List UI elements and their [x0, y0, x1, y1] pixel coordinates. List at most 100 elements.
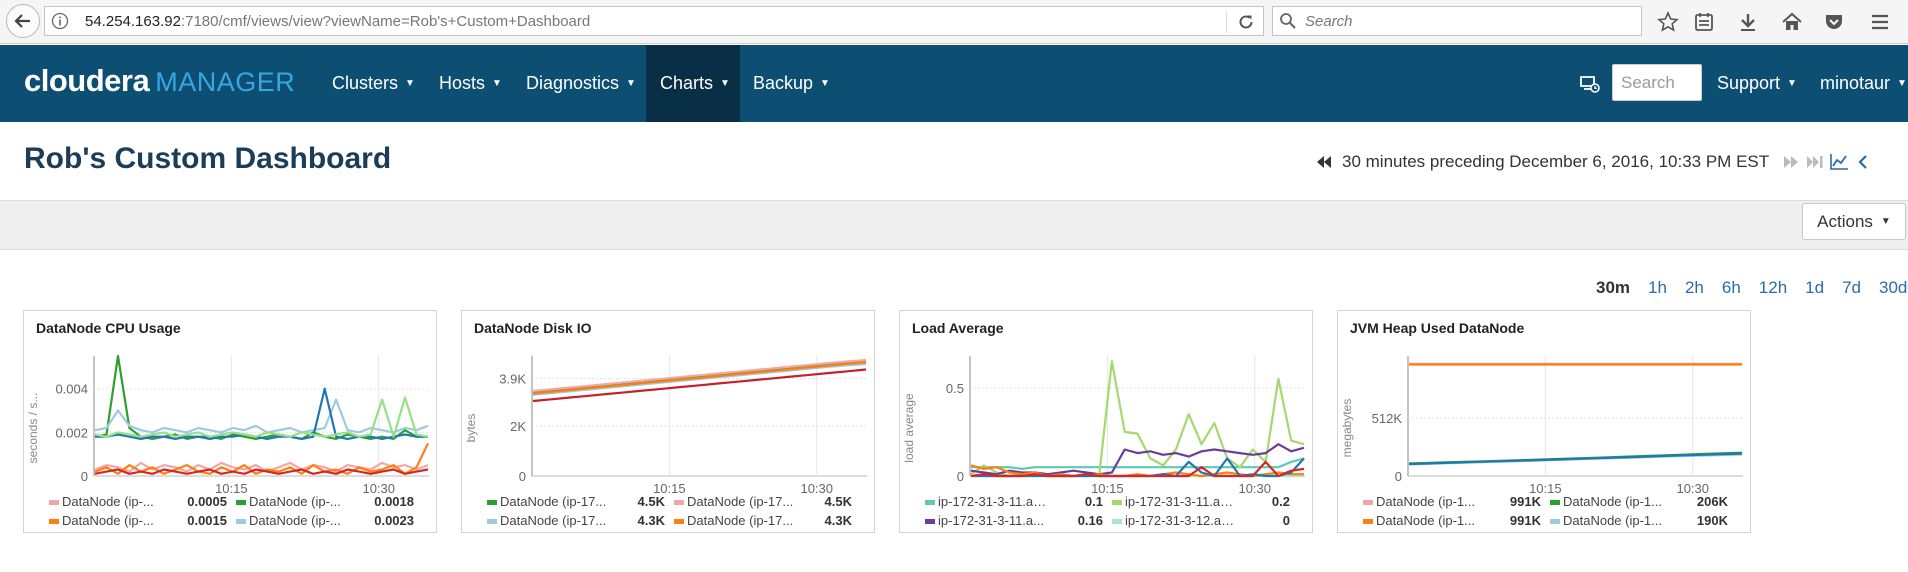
browser-search-box[interactable]: Search [1272, 6, 1642, 36]
reading-list-icon[interactable] [1690, 8, 1718, 36]
nav-user-menu[interactable]: minotaur ▼ [1808, 45, 1908, 122]
range-7d[interactable]: 7d [1842, 278, 1861, 298]
home-icon[interactable] [1778, 8, 1806, 36]
legend-label: DataNode (ip-... [62, 494, 154, 509]
series-line[interactable] [532, 362, 867, 396]
nav-support[interactable]: Support ▼ [1705, 45, 1809, 122]
y-tick-label: 3.9K [499, 372, 526, 387]
caret-down-icon: ▼ [820, 78, 830, 89]
legend-swatch [236, 500, 246, 505]
legend-item[interactable]: DataNode (ip-17... 4.5K [674, 494, 860, 512]
range-12h[interactable]: 12h [1759, 278, 1787, 298]
info-icon[interactable] [51, 12, 69, 30]
range-1h[interactable]: 1h [1648, 278, 1667, 298]
nav-diagnostics[interactable]: Diagnostics ▼ [514, 45, 648, 122]
legend-label: DataNode (ip-... [249, 513, 341, 528]
nav-charts[interactable]: Charts ▼ [646, 45, 740, 122]
back-arrow-icon [14, 14, 30, 28]
chart-plot: 0.5 0 10:15 10:30 load average [902, 356, 1305, 494]
pocket-icon[interactable] [1820, 8, 1848, 36]
range-30d[interactable]: 30d [1879, 278, 1907, 298]
legend-value: 0.0005 [187, 494, 227, 509]
legend-label: DataNode (ip-1... [1563, 494, 1662, 509]
legend-item[interactable]: DataNode (ip-17... 4.3K [674, 513, 860, 531]
legend-value: 0.0018 [374, 494, 414, 509]
chart-card-jvm-heap: JVM Heap Used DataNode 512K 0 10:15 10:30 me… [1337, 310, 1751, 533]
legend-item[interactable]: DataNode (ip-1... 991K [1363, 513, 1549, 531]
legend-item[interactable]: DataNode (ip-... 0.0023 [236, 513, 422, 531]
menu-icon[interactable] [1866, 8, 1894, 36]
bookmark-star-icon[interactable] [1654, 8, 1682, 36]
range-6h[interactable]: 6h [1722, 278, 1741, 298]
legend-value: 0.0015 [187, 513, 227, 528]
cm-search-field[interactable] [1612, 64, 1702, 101]
legend-label: DataNode (ip-1... [1376, 513, 1475, 528]
legend-item[interactable]: DataNode (ip-... 0.0005 [49, 494, 235, 512]
logo-manager: MANAGER [155, 67, 296, 97]
reload-icon[interactable] [1226, 11, 1257, 33]
chart-selector-icon[interactable] [1827, 150, 1851, 174]
legend-item[interactable]: DataNode (ip-... 0.0018 [236, 494, 422, 512]
download-icon[interactable] [1734, 8, 1762, 36]
actions-button[interactable]: Actions ▼ [1802, 203, 1906, 240]
nav-clusters-label: Clusters [332, 73, 399, 93]
series-line[interactable] [970, 360, 1305, 478]
range-2h[interactable]: 2h [1685, 278, 1704, 298]
caret-down-icon: ▼ [720, 78, 730, 89]
series-line[interactable] [971, 457, 1305, 470]
search-icon [1280, 13, 1296, 29]
address-bar[interactable]: 54.254.163.92:7180/cmf/views/view?viewNa… [44, 6, 1264, 36]
nav-clusters[interactable]: Clusters ▼ [320, 45, 427, 122]
main-navbar: cloudera MANAGER Clusters ▼ Hosts ▼ Diagnos… [0, 45, 1908, 122]
x-tick-label: 10:30 [1676, 481, 1709, 494]
range-1d[interactable]: 1d [1805, 278, 1824, 298]
legend-value: 206K [1696, 494, 1728, 509]
x-tick-label: 10:15 [215, 481, 248, 494]
legend-value: 0 [1282, 513, 1290, 528]
legend-swatch [674, 500, 684, 505]
y-tick-label: 2K [510, 419, 526, 434]
series-line[interactable] [532, 361, 867, 395]
rewind-icon[interactable] [1312, 150, 1336, 174]
legend-item[interactable]: DataNode (ip-17... 4.3K [487, 513, 673, 531]
cloudera-manager-logo[interactable]: cloudera MANAGER [24, 63, 295, 99]
y-axis-label: load average [902, 393, 916, 463]
legend-item[interactable]: ip-172-31-3-11.ap... 0.1 [925, 494, 1111, 512]
legend-item[interactable]: ip-172-31-3-12.ap-s... 0 [1112, 513, 1298, 531]
time-range-text[interactable]: 30 minutes preceding December 6, 2016, 1… [1342, 152, 1769, 172]
skip-to-end-icon[interactable] [1803, 150, 1827, 174]
page-title: Rob's Custom Dashboard [24, 142, 392, 175]
running-commands-icon[interactable] [1578, 73, 1602, 100]
back-button[interactable] [6, 4, 40, 38]
caret-down-icon: ▼ [1880, 216, 1891, 227]
range-30m[interactable]: 30m [1596, 278, 1630, 298]
legend-item[interactable]: ip-172-31-3-11.a... 0.16 [925, 513, 1111, 531]
nav-hosts[interactable]: Hosts ▼ [427, 45, 514, 122]
collapse-chevron-icon[interactable] [1851, 150, 1875, 174]
legend-swatch [674, 519, 684, 524]
chart-plot: 0.004 0.002 0 10:15 10:30 seconds / s... [26, 354, 429, 494]
legend-item[interactable]: DataNode (ip-17... 4.5K [487, 494, 673, 512]
browser-search-placeholder: Search [1305, 13, 1353, 30]
legend-item[interactable]: ip-172-31-3-11.ap... 0.2 [1112, 494, 1298, 512]
time-range-control: 30 minutes preceding December 6, 2016, 1… [1312, 150, 1875, 174]
x-tick-label: 10:15 [1529, 481, 1562, 494]
legend-item[interactable]: DataNode (ip-1... 206K [1550, 494, 1736, 512]
legend-label: DataNode (ip-... [249, 494, 341, 509]
legend-item[interactable]: DataNode (ip-1... 190K [1550, 513, 1736, 531]
x-tick-label: 10:30 [362, 481, 395, 494]
nav-backup[interactable]: Backup ▼ [741, 45, 842, 122]
legend-label: DataNode (ip-1... [1563, 513, 1662, 528]
legend-swatch [49, 519, 59, 524]
chart-plot: 3.9K 2K 0 10:15 10:30 bytes [464, 356, 867, 494]
legend-item[interactable]: DataNode (ip-1... 991K [1363, 494, 1549, 512]
legend-value: 0.0023 [374, 513, 414, 528]
fast-forward-icon[interactable] [1779, 150, 1803, 174]
y-tick-label: 0.5 [946, 381, 964, 396]
series-line[interactable] [1408, 452, 1743, 466]
series-line[interactable] [94, 354, 428, 441]
series-line[interactable] [94, 398, 429, 434]
legend-item[interactable]: DataNode (ip-... 0.0015 [49, 513, 235, 531]
cm-search-input[interactable] [1613, 65, 1701, 100]
browser-toolbar: 54.254.163.92:7180/cmf/views/view?viewNa… [0, 0, 1908, 44]
